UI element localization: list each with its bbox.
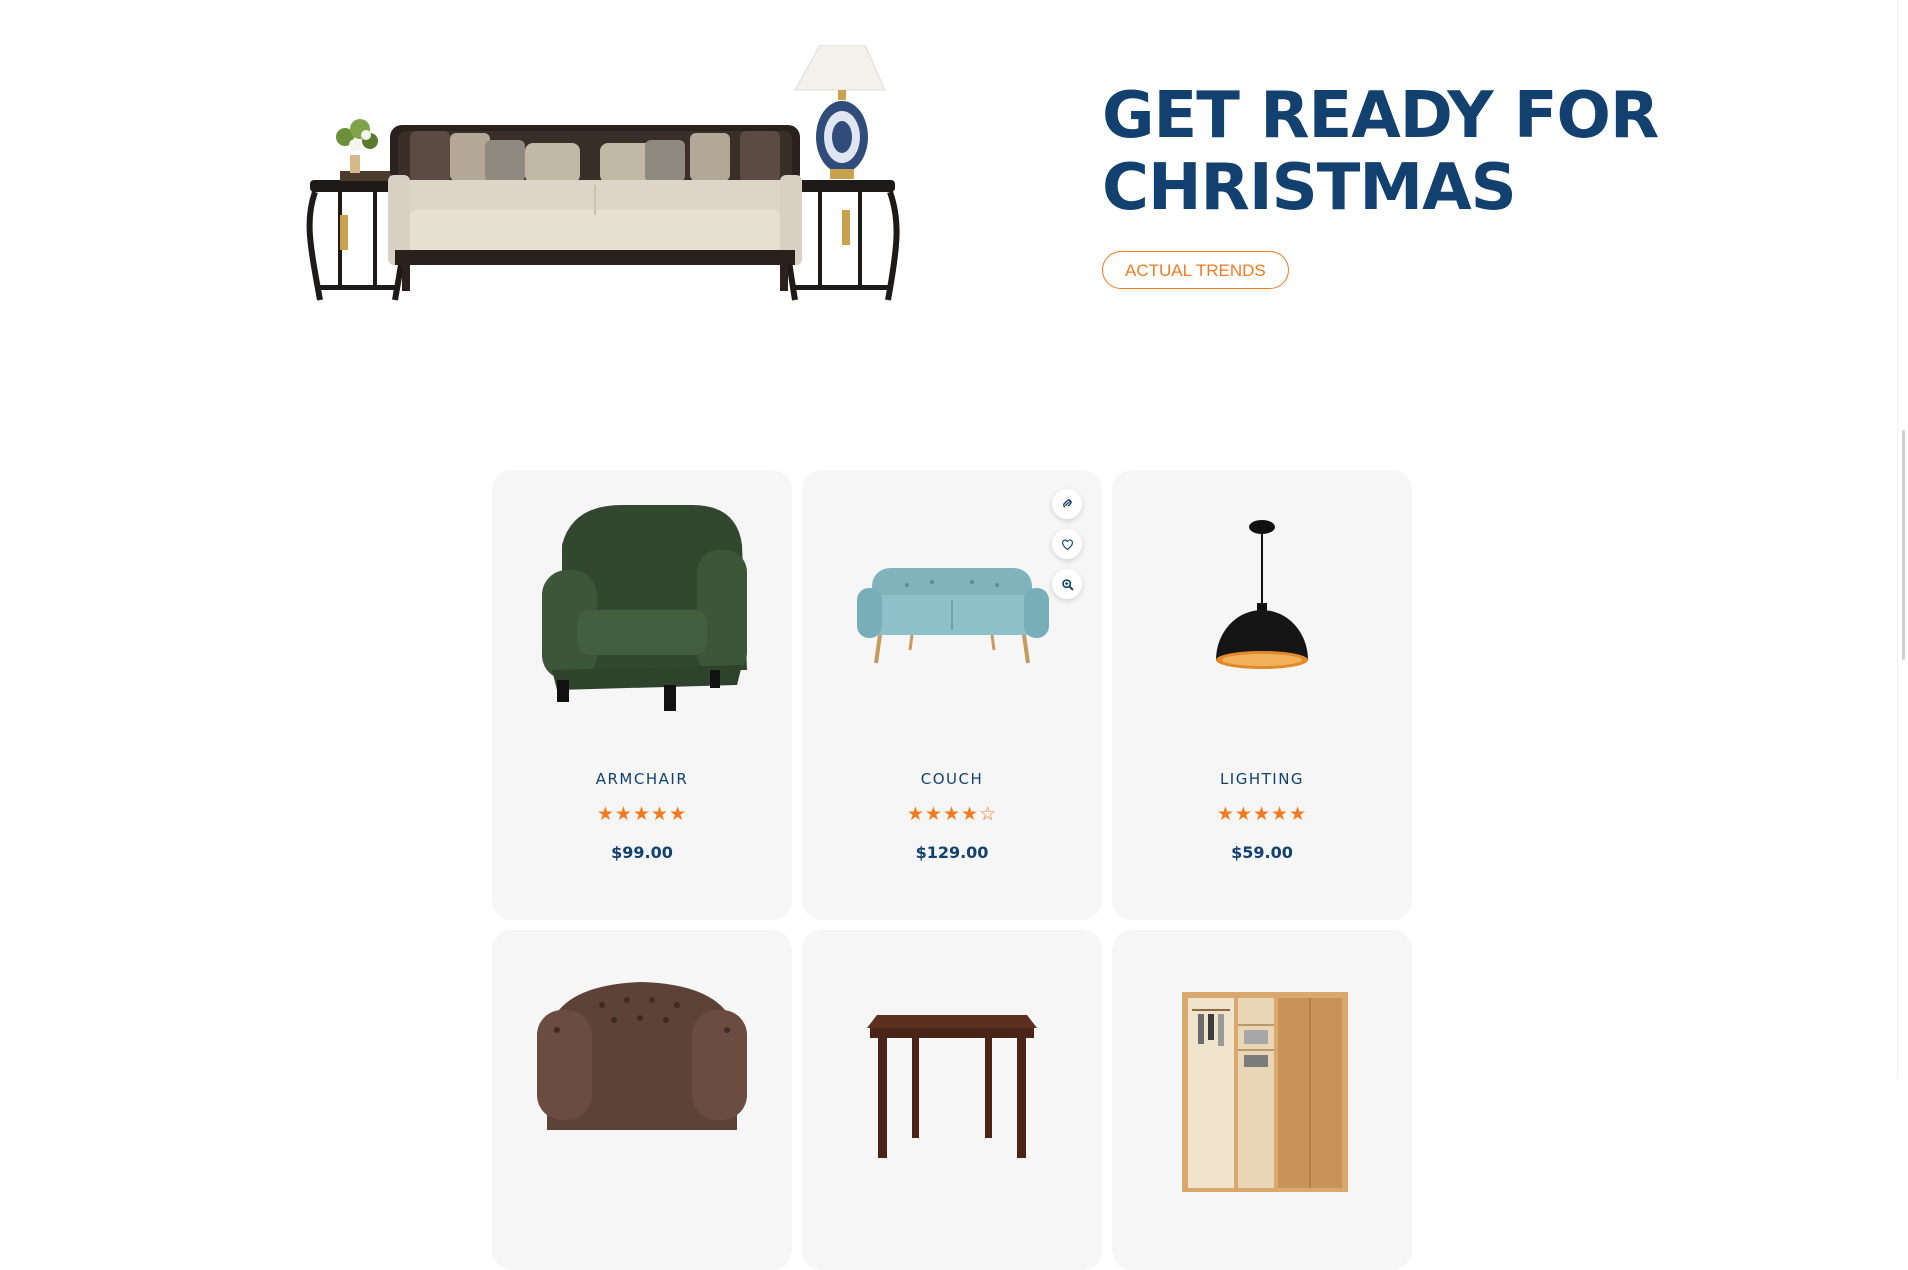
- star-filled-icon: ★: [961, 804, 980, 825]
- star-filled-icon: ★: [906, 804, 925, 825]
- product-name[interactable]: COUCH: [802, 770, 1102, 788]
- table-image: [867, 1015, 1037, 1158]
- hero-title: GET READY FOR CHRISTMAS: [1102, 79, 1659, 225]
- star-filled-icon: ★: [632, 804, 652, 825]
- scrollbar-thumb[interactable]: [1902, 430, 1905, 660]
- hero-sofa-image: [306, 45, 900, 301]
- star-filled-icon: ★: [924, 804, 943, 825]
- star-filled-icon: ★: [651, 804, 670, 825]
- product-price: $59.00: [1231, 843, 1293, 862]
- link-icon[interactable]: [1052, 489, 1082, 519]
- product-rating: ★★★★☆: [802, 803, 1102, 826]
- product-card-chesterfield[interactable]: [492, 930, 792, 1270]
- product-price: $129.00: [915, 843, 989, 862]
- product-rating: ★★★★★: [492, 803, 792, 826]
- right-side-table: [782, 45, 900, 301]
- sofa: [388, 125, 802, 291]
- star-filled-icon: ★: [596, 804, 615, 825]
- product-card-table[interactable]: [802, 930, 1102, 1270]
- product-name[interactable]: LIGHTING: [1112, 770, 1412, 788]
- star-filled-icon: ★: [1216, 804, 1235, 825]
- product-name[interactable]: ARMCHAIR: [492, 770, 792, 788]
- product-card-wardrobe[interactable]: [1112, 930, 1412, 1270]
- product-card-armchair[interactable]: ARMCHAIR ★★★★★ $99.00: [492, 470, 792, 920]
- product-rating: ★★★★★: [1112, 803, 1412, 826]
- actual-trends-button[interactable]: ACTUAL TRENDS: [1102, 251, 1289, 289]
- star-filled-icon: ★: [614, 804, 633, 825]
- star-filled-icon: ★: [942, 804, 962, 825]
- armchair-image: [542, 505, 747, 711]
- product-price: $99.00: [611, 843, 673, 862]
- wardrobe-image: [1182, 992, 1348, 1192]
- star-filled-icon: ★: [669, 804, 688, 825]
- pendant-lamp-image: [1216, 520, 1308, 669]
- heart-icon[interactable]: [1052, 529, 1082, 559]
- star-filled-icon: ★: [1271, 804, 1290, 825]
- zoom-icon[interactable]: [1052, 569, 1082, 599]
- star-filled-icon: ★: [1234, 804, 1253, 825]
- product-card-couch[interactable]: COUCH ★★★★☆ $129.00: [802, 470, 1102, 920]
- star-empty-icon: ☆: [979, 804, 998, 825]
- page-scrollbar[interactable]: [1897, 0, 1908, 1079]
- star-filled-icon: ★: [1252, 804, 1272, 825]
- star-filled-icon: ★: [1289, 804, 1308, 825]
- product-card-lighting[interactable]: LIGHTING ★★★★★ $59.00: [1112, 470, 1412, 920]
- chesterfield-chair-image: [537, 982, 747, 1130]
